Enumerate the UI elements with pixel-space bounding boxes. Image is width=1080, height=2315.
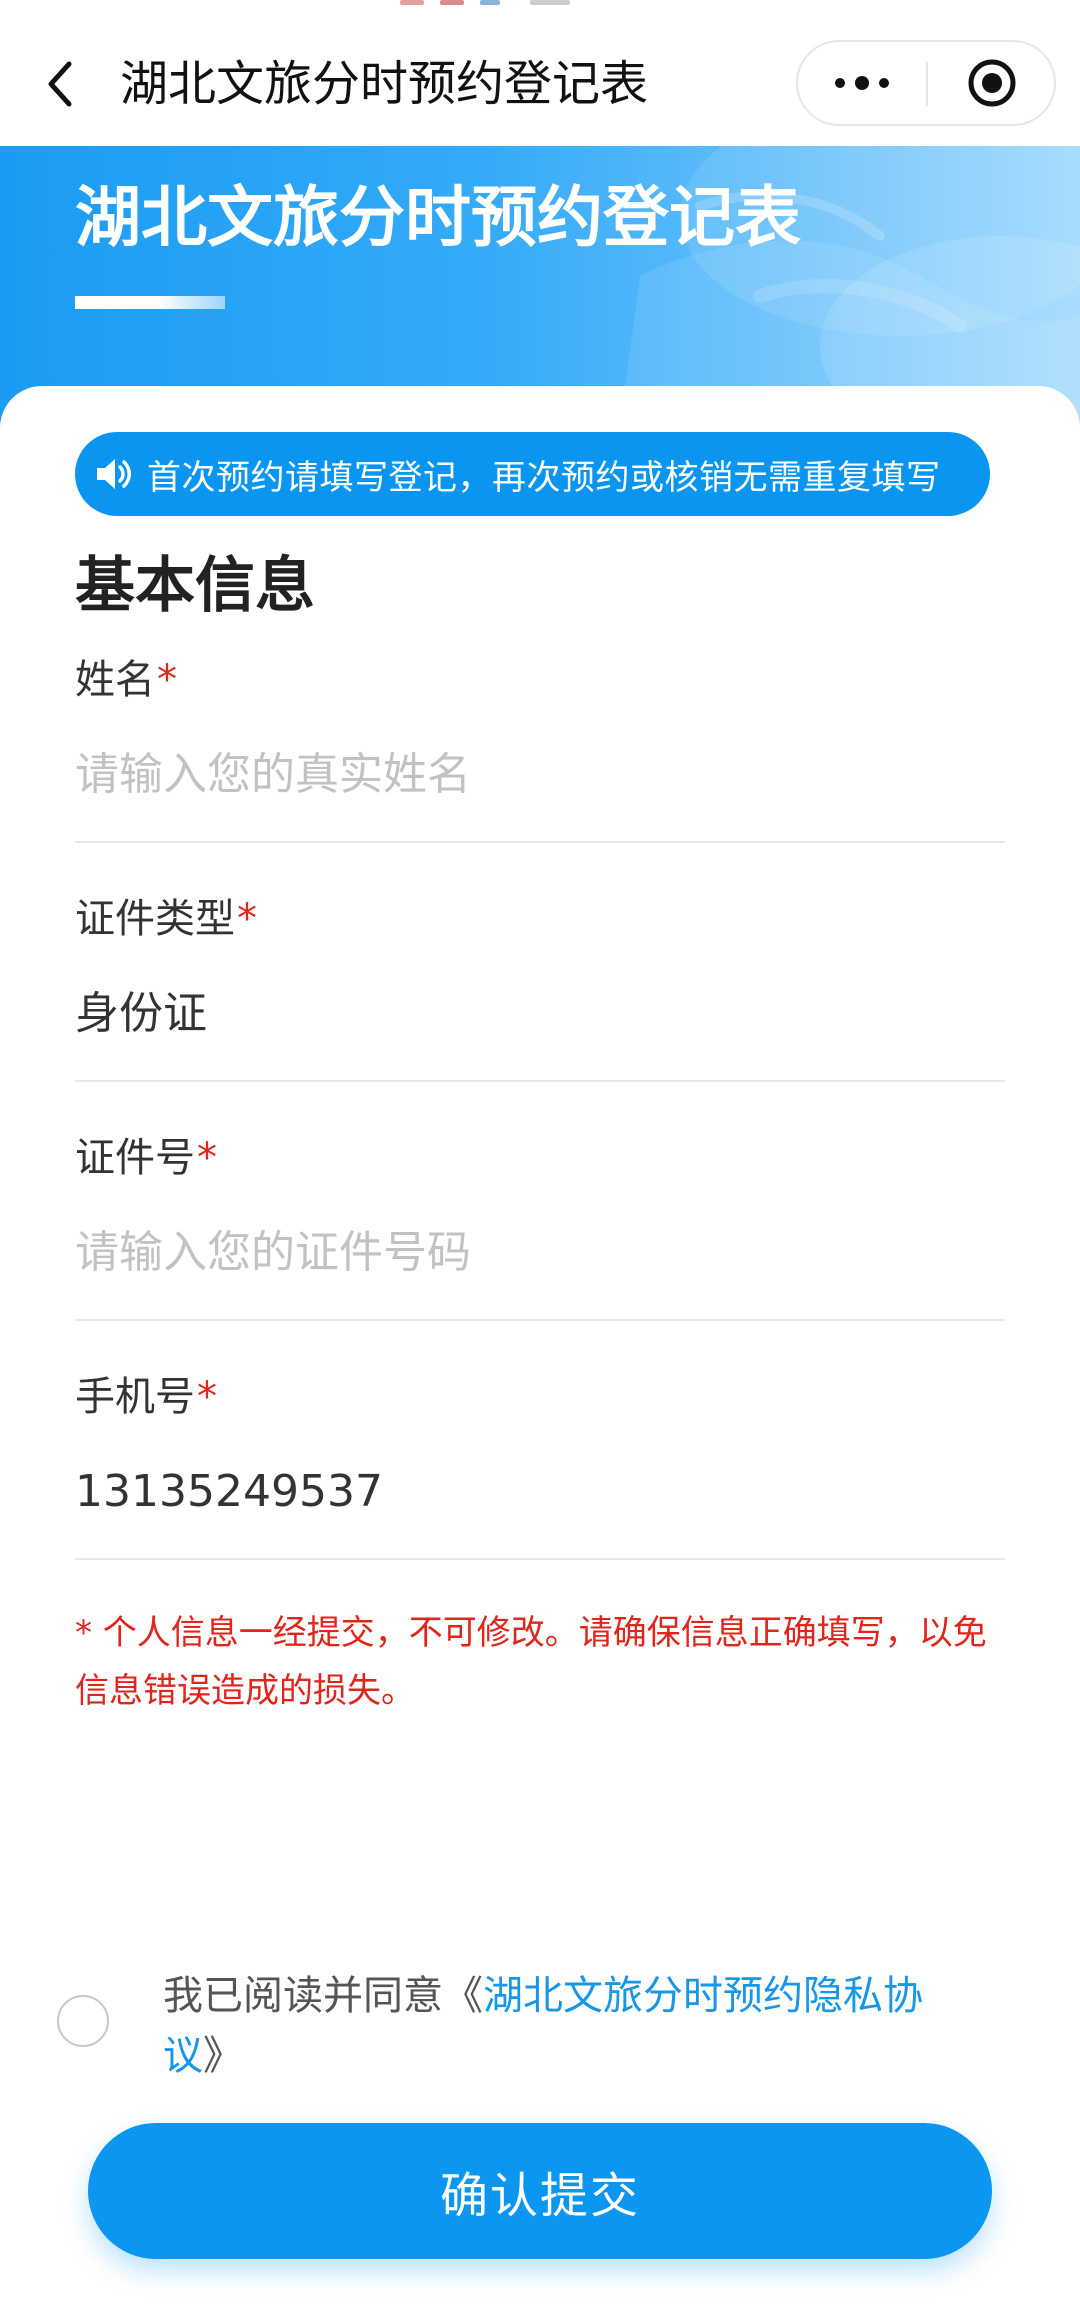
field-divider (75, 1080, 1005, 1082)
header-banner: 湖北文旅分时预约登记表 (0, 146, 1080, 426)
field-label: 手机号* (75, 1367, 217, 1427)
more-button[interactable] (808, 50, 916, 116)
phone-field: 手机号* 13135249537 (75, 1367, 1005, 1606)
required-mark: * (197, 1374, 217, 1420)
notice-banner: 首次预约请填写登记，再次预约或核销无需重复填写 (75, 432, 990, 516)
field-label-text: 证件号 (75, 1135, 195, 1181)
agreement-prefix: 我已阅读并同意《 (163, 1973, 483, 2019)
field-label-text: 证件类型 (75, 896, 235, 942)
registration-page: 湖北文旅分时预约登记表 湖北文旅分时预约登记表 首次预约请填写登记，再次预约或核… (0, 0, 1080, 2315)
required-mark: * (197, 1135, 217, 1181)
agreement-checkbox[interactable] (57, 1995, 109, 2047)
field-divider (75, 1319, 1005, 1321)
speaker-icon (97, 459, 131, 489)
status-strip (400, 0, 700, 8)
navigation-bar: 湖北文旅分时预约登记表 (0, 0, 1080, 146)
required-mark: * (237, 896, 257, 942)
field-label-text: 姓名 (75, 657, 155, 703)
form-card: 首次预约请填写登记，再次预约或核销无需重复填写 基本信息 姓名* 请输入您的真实… (0, 386, 1080, 2315)
section-title: 基本信息 (75, 551, 315, 621)
target-circle-icon (968, 59, 1016, 107)
nav-title: 湖北文旅分时预约登记表 (120, 56, 649, 112)
back-button[interactable] (30, 48, 90, 120)
required-mark: * (157, 657, 177, 703)
id-number-field: 证件号* 请输入您的证件号码 (75, 1128, 1005, 1367)
id-number-input[interactable]: 请输入您的证件号码 (75, 1218, 471, 1288)
banner-title: 湖北文旅分时预约登记表 (75, 179, 801, 256)
agreement-suffix: 》 (203, 2033, 243, 2079)
notice-text: 首次预约请填写登记，再次预约或核销无需重复填写 (147, 457, 941, 498)
id-type-field: 证件类型* 身份证 (75, 889, 1005, 1128)
close-mini-program-button[interactable] (938, 50, 1046, 116)
more-dots-icon (835, 76, 889, 90)
name-input[interactable]: 请输入您的真实姓名 (75, 740, 471, 810)
mini-program-capsule (796, 40, 1056, 126)
field-label-text: 手机号 (75, 1374, 195, 1420)
submit-button[interactable]: 确认提交 (88, 2123, 992, 2259)
name-field: 姓名* 请输入您的真实姓名 (75, 650, 1005, 889)
chevron-left-icon (48, 61, 72, 107)
info-warning: * 个人信息一经提交，不可修改。请确保信息正确填写，以免信息错误造成的损失。 (75, 1613, 987, 1711)
field-divider (75, 1558, 1005, 1560)
phone-input[interactable]: 13135249537 (75, 1457, 383, 1527)
field-divider (75, 841, 1005, 843)
capsule-divider (926, 62, 928, 106)
field-label: 姓名* (75, 650, 177, 710)
agreement-text: 我已阅读并同意《湖北文旅分时预约隐私协议》 (163, 1966, 993, 2086)
id-type-select[interactable]: 身份证 (75, 979, 207, 1049)
banner-underline (75, 296, 225, 309)
agreement-row: 我已阅读并同意《湖北文旅分时预约隐私协议》 (0, 1966, 1080, 2106)
field-label: 证件号* (75, 1128, 217, 1188)
field-label: 证件类型* (75, 889, 257, 949)
